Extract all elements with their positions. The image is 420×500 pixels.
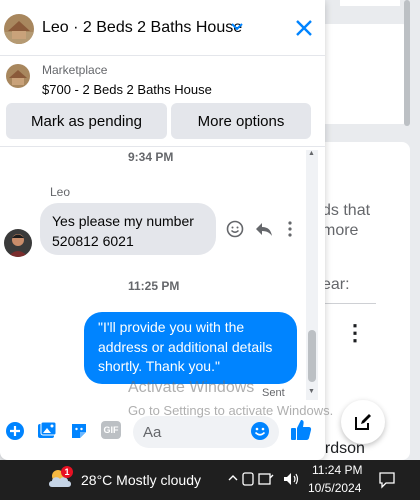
activate-windows-subtext: Go to Settings to activate Windows. [128,403,334,418]
thumbs-up-icon[interactable] [289,418,313,442]
message-text: shortly. Thank you." [98,358,220,374]
background-text: ear: [322,276,350,293]
background-text: more [322,222,359,239]
background-scrollbar[interactable] [404,0,410,126]
weather-text[interactable]: 28°C Mostly cloudy [81,472,201,488]
outgoing-message-bubble[interactable]: "I'll provide you with the address or ad… [84,312,297,384]
photo-icon[interactable] [37,421,57,441]
message-text: Yes please my number [52,213,194,229]
chat-title[interactable]: Leo · 2 Beds 2 Baths House [42,19,242,37]
message-status: Sent [262,387,285,399]
gif-label: GIF [103,425,119,435]
pen-icon[interactable] [258,472,274,486]
background-header [340,0,400,6]
incoming-message-bubble[interactable]: Yes please my number 520812 6021 [40,203,216,255]
chevron-down-icon[interactable] [230,20,244,34]
close-icon[interactable] [294,18,314,38]
notification-badge: 1 [61,466,73,478]
mark-as-pending-button[interactable]: Mark as pending [6,103,167,139]
sender-name: Leo [50,185,71,199]
message-text: "I'll provide you with the [98,319,245,335]
plus-circle-icon[interactable] [5,421,25,441]
message-text: 520812 6021 [52,233,134,249]
new-message-button[interactable] [341,400,385,444]
background-text: ds that [322,202,371,219]
chevron-up-icon[interactable] [228,473,238,483]
notification-center-icon[interactable] [378,471,396,489]
gif-icon[interactable]: GIF [101,421,121,439]
network-icon[interactable] [242,472,254,486]
message-input-placeholder: Aa [143,424,162,441]
listing-thumbnail [6,64,30,88]
message-text: address or additional details [98,338,273,355]
more-options-button[interactable]: More options [171,103,311,139]
avatar[interactable] [4,229,32,257]
clock-date[interactable]: 10/5/2024 [308,481,361,495]
clock-time[interactable]: 11:24 PM [312,463,362,477]
sticker-icon[interactable] [69,421,89,441]
reply-icon[interactable] [254,220,274,238]
react-emoji-icon[interactable] [226,220,244,238]
compose-icon [355,414,371,430]
scrollbar-thumb[interactable] [308,330,316,382]
marketplace-label: Marketplace [42,63,108,77]
volume-icon[interactable] [283,472,301,486]
activate-windows-watermark: Activate Windows [128,379,255,396]
message-timestamp: 11:25 PM [128,279,180,293]
listing-avatar[interactable] [4,14,34,44]
background-divider [316,303,376,304]
scroll-up-icon[interactable]: ▲ [308,150,315,157]
message-timestamp: 9:34 PM [128,150,174,164]
scroll-down-icon[interactable]: ▼ [308,388,315,395]
emoji-icon[interactable] [250,421,270,441]
more-vertical-icon[interactable] [286,220,294,238]
listing-title[interactable]: $700 - 2 Beds 2 Baths House [42,82,212,97]
more-vertical-icon[interactable]: ⋮ [344,322,366,344]
